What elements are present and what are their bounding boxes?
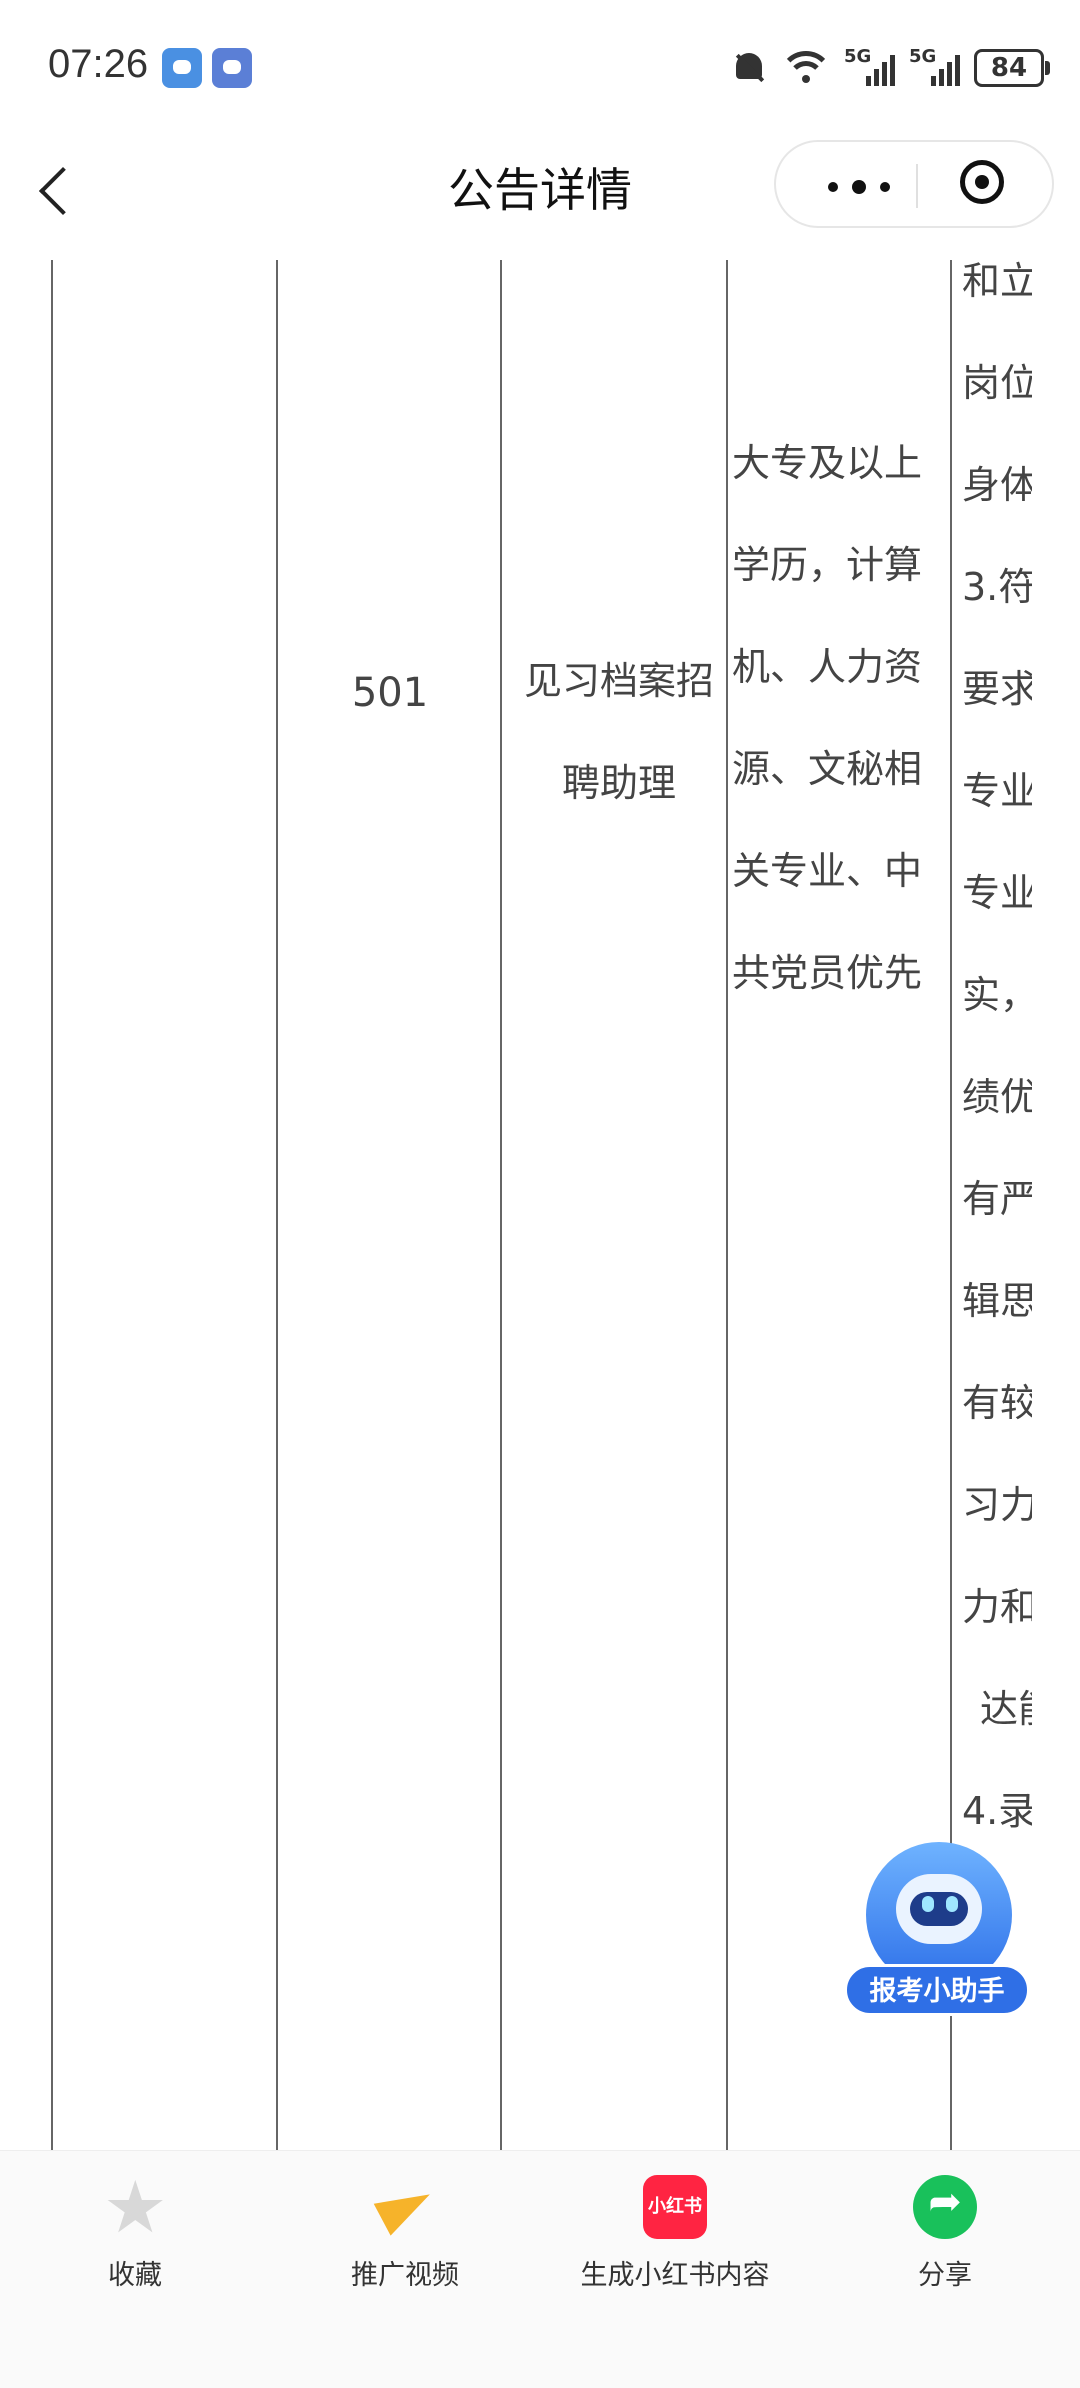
cell-line: 达能 [980, 1687, 1032, 1731]
share-arrow-icon [913, 2175, 977, 2239]
promo-video-button[interactable]: 推广视频 [270, 2175, 540, 2292]
toolbar-label: 生成小红书内容 [580, 2260, 770, 2291]
cell-line: 见习档案招 [523, 659, 714, 703]
assistant-label: 报考小助手 [844, 1964, 1030, 2016]
table-column-divider [51, 260, 53, 2150]
cell-line: 机、人力资 [732, 645, 923, 689]
detail-cell-clipped: 和立 岗位 身体 3.符 要求 专业 专业 实， 绩优 有严 辑思 有较 习力 … [962, 260, 1032, 1964]
favorite-button[interactable]: 收藏 [0, 2165, 270, 2292]
cell-line: 习力 [962, 1483, 1032, 1527]
cell-line: 有较 [962, 1381, 1032, 1425]
table-column-divider [726, 260, 728, 2150]
more-menu-button[interactable] [818, 166, 908, 206]
cell-line: 绩优 [962, 1075, 1032, 1119]
cell-line: 源、文秘相 [732, 747, 923, 791]
wifi-icon [782, 49, 830, 87]
cell-line: 身体 [962, 463, 1032, 507]
bottom-toolbar: 收藏 推广视频 小红书 生成小红书内容 分享 [0, 2150, 1080, 2388]
robot-eye-icon [946, 1896, 958, 1912]
robot-eye-icon [922, 1896, 934, 1912]
cell-line: 学历，计算 [732, 543, 923, 587]
exam-assistant-button[interactable]: 报考小助手 [844, 1842, 1034, 2032]
toolbar-label: 推广视频 [351, 2260, 459, 2291]
cell-line: 岗位 [962, 361, 1032, 405]
share-button[interactable]: 分享 [810, 2175, 1080, 2292]
signal-icon-2: 5G [909, 46, 960, 86]
xiaohongshu-icon: 小红书 [643, 2175, 707, 2239]
cell-line: 和立 [962, 260, 1032, 303]
close-mini-program-button[interactable] [960, 160, 1004, 204]
robot-head-icon [896, 1874, 982, 1944]
requirement-cell: 大专及以上 学历，计算 机、人力资 源、文秘相 关专业、中 共党员优先 [732, 412, 948, 1024]
cell-line: 专业 [962, 871, 1032, 915]
cell-line: 要求 [962, 667, 1032, 711]
message-app-icon [162, 48, 202, 88]
cell-line: 有严 [962, 1177, 1032, 1221]
cell-line: 大专及以上 [732, 441, 923, 485]
cell-line: 共党员优先 [732, 951, 923, 995]
cell-line: 专业 [962, 769, 1032, 813]
cell-line: 力和 [962, 1585, 1032, 1629]
toolbar-label: 收藏 [108, 2260, 162, 2291]
signal-label-2: 5G [909, 46, 937, 67]
toolbar-label: 分享 [918, 2260, 972, 2291]
capsule-divider [916, 164, 918, 208]
table-column-divider [276, 260, 278, 2150]
generate-xiaohongshu-button[interactable]: 小红书 生成小红书内容 [540, 2175, 810, 2292]
position-name-cell: 见习档案招 聘助理 [508, 630, 730, 834]
cell-line: 关专业、中 [732, 849, 923, 893]
status-bar: 07:26 5G 5G 84 [0, 0, 1080, 140]
table-column-divider [500, 260, 502, 2150]
cell-line: 辑思 [962, 1279, 1032, 1323]
signal-label-1: 5G [844, 46, 872, 67]
status-time: 07:26 [48, 42, 149, 86]
battery-icon: 84 [974, 49, 1050, 87]
nav-bar: 公告详情 [0, 140, 1080, 260]
muted-bell-icon [730, 49, 768, 87]
cell-line: 聘助理 [561, 761, 676, 805]
cell-line: 实， [962, 973, 1032, 1017]
star-icon [103, 2165, 167, 2249]
paper-plane-icon [373, 2175, 437, 2239]
signal-icon-1: 5G [844, 46, 895, 86]
cell-line: 3.符 [962, 565, 1032, 609]
position-code-cell: 501 [351, 670, 429, 716]
mini-program-capsule [774, 140, 1054, 228]
status-indicators: 5G 5G 84 [730, 44, 1050, 92]
notification-app-icon [212, 48, 252, 88]
